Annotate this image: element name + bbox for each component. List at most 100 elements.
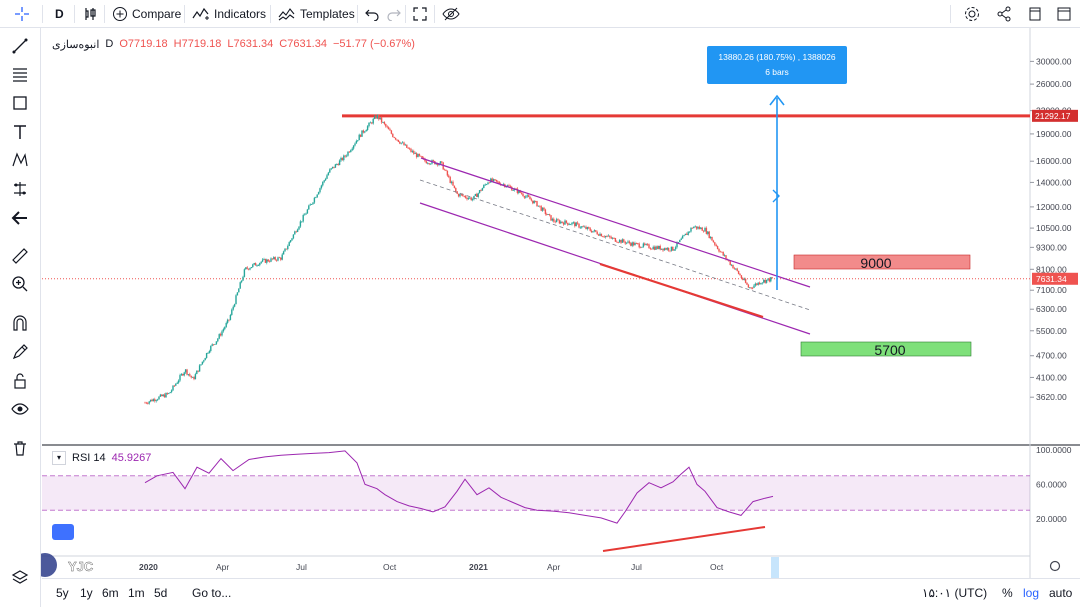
candle bbox=[639, 247, 642, 249]
fullscreen-icon[interactable] bbox=[412, 0, 428, 28]
candle bbox=[691, 227, 694, 229]
candle bbox=[232, 306, 234, 310]
candle bbox=[546, 214, 548, 215]
prediction-icon[interactable] bbox=[8, 177, 32, 201]
candle bbox=[551, 218, 554, 221]
candle bbox=[697, 226, 699, 229]
candle bbox=[369, 122, 372, 124]
auto-toggle[interactable]: auto bbox=[1049, 579, 1072, 607]
candle bbox=[343, 155, 345, 161]
candle bbox=[379, 117, 381, 120]
candle bbox=[628, 241, 631, 244]
candle bbox=[651, 248, 653, 250]
text-icon[interactable] bbox=[8, 120, 32, 144]
candle bbox=[180, 374, 183, 376]
range-1y[interactable]: 1y bbox=[80, 579, 93, 607]
horizontal-lines-icon[interactable] bbox=[8, 62, 32, 86]
candle bbox=[306, 209, 309, 214]
candle bbox=[550, 215, 552, 221]
candle bbox=[194, 374, 197, 380]
candle bbox=[623, 239, 625, 242]
percent-toggle[interactable]: % bbox=[1002, 579, 1013, 607]
candle bbox=[303, 214, 306, 216]
undo-icon[interactable] bbox=[365, 0, 379, 28]
candle bbox=[714, 242, 716, 245]
arrow-left-icon[interactable] bbox=[8, 206, 32, 230]
candle bbox=[191, 377, 194, 378]
chart-canvas[interactable]: 30000.0026000.0022000.0019000.0016000.00… bbox=[0, 0, 1080, 607]
candle bbox=[562, 222, 565, 225]
rsi-label[interactable]: RSI 14 bbox=[72, 452, 106, 464]
candle bbox=[175, 383, 177, 386]
settings-gear-icon[interactable] bbox=[963, 0, 981, 28]
templates-button[interactable]: Templates bbox=[278, 0, 355, 28]
redo-icon[interactable] bbox=[387, 0, 401, 28]
range-1m[interactable]: 1m bbox=[128, 579, 145, 607]
time-tick-label: Jul bbox=[296, 562, 307, 572]
crosshair-icon[interactable] bbox=[14, 0, 30, 28]
trend-line-icon[interactable] bbox=[8, 34, 32, 58]
candle bbox=[487, 182, 489, 185]
symbol-name[interactable]: انبوه‌سازی bbox=[52, 38, 99, 51]
candle bbox=[207, 352, 209, 354]
candle bbox=[403, 142, 405, 146]
eye-icon[interactable] bbox=[8, 397, 32, 421]
compare-button[interactable]: Compare bbox=[112, 0, 181, 28]
candle bbox=[557, 219, 559, 221]
candle bbox=[288, 242, 290, 246]
candle bbox=[582, 226, 584, 228]
time-range-highlight bbox=[771, 557, 779, 578]
range-5d[interactable]: 5d bbox=[154, 579, 167, 607]
resistance-price-text: 21292.17 bbox=[1035, 111, 1071, 121]
draw-mode-icon[interactable] bbox=[8, 340, 32, 364]
candle bbox=[421, 156, 423, 158]
price-tick-label: 9300.00 bbox=[1036, 242, 1067, 252]
indicators-button[interactable]: Indicators bbox=[192, 0, 266, 28]
timezone-label[interactable]: ۱۵:۰۱ (UTC) bbox=[922, 579, 987, 607]
candle bbox=[449, 177, 451, 183]
candle bbox=[495, 179, 498, 182]
candle bbox=[254, 263, 257, 266]
share-icon[interactable] bbox=[996, 0, 1012, 28]
goto-button[interactable]: Go to... bbox=[192, 579, 231, 607]
candle bbox=[270, 258, 272, 262]
candle bbox=[253, 263, 255, 265]
log-toggle[interactable]: log bbox=[1023, 579, 1039, 607]
lock-icon[interactable] bbox=[8, 369, 32, 393]
candle bbox=[336, 164, 338, 165]
rsi-tick-label: 20.0000 bbox=[1036, 514, 1067, 524]
interval-button[interactable]: D bbox=[55, 0, 64, 28]
legend-low: L7631.34 bbox=[227, 38, 274, 50]
candle bbox=[483, 185, 485, 189]
snapshot-icon[interactable] bbox=[1027, 0, 1043, 28]
trash-icon[interactable] bbox=[8, 436, 32, 460]
candle bbox=[274, 257, 276, 260]
candle bbox=[347, 151, 349, 156]
candle bbox=[568, 224, 570, 226]
candle bbox=[526, 195, 528, 197]
candle-style-icon[interactable] bbox=[82, 0, 98, 28]
magnet-icon[interactable] bbox=[8, 311, 32, 335]
candle bbox=[656, 246, 659, 249]
candle bbox=[210, 345, 212, 352]
range-5y[interactable]: 5y bbox=[56, 579, 69, 607]
candle bbox=[481, 188, 484, 191]
range-6m[interactable]: 6m bbox=[102, 579, 119, 607]
candle bbox=[581, 226, 583, 228]
candle bbox=[179, 375, 181, 381]
candle bbox=[667, 247, 670, 251]
zoom-icon[interactable] bbox=[8, 272, 32, 296]
rectangle-icon[interactable] bbox=[8, 91, 32, 115]
candle bbox=[593, 230, 596, 232]
ruler-icon[interactable] bbox=[8, 244, 32, 268]
object-tree-icon[interactable] bbox=[8, 566, 32, 590]
candle bbox=[527, 195, 530, 197]
hide-drawings-icon[interactable] bbox=[442, 0, 460, 28]
layout-icon[interactable] bbox=[1056, 0, 1072, 28]
watermark-text: YJC bbox=[68, 559, 94, 574]
candle bbox=[494, 179, 496, 180]
pattern-icon[interactable] bbox=[8, 148, 32, 172]
candle bbox=[208, 351, 211, 353]
rsi-collapse-icon[interactable]: ▾ bbox=[52, 451, 66, 465]
candle bbox=[264, 258, 267, 263]
